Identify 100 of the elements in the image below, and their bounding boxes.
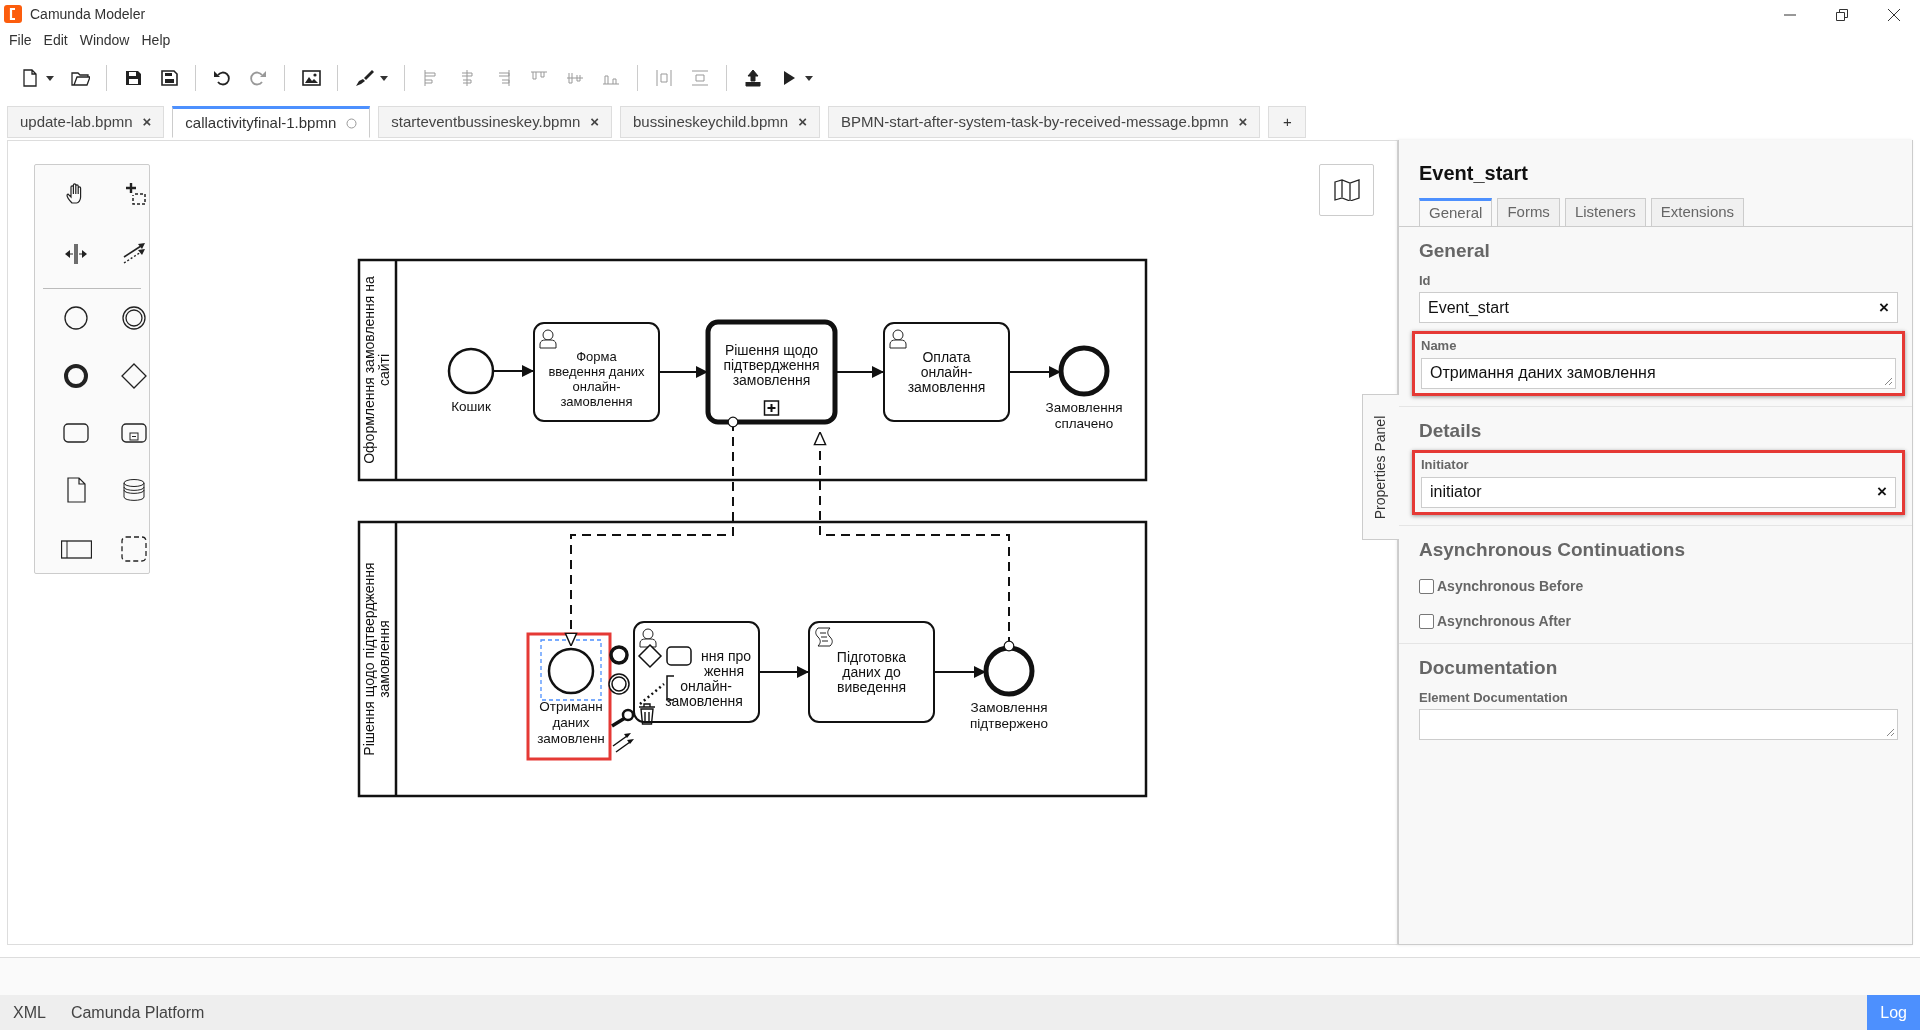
text-field[interactable]: initiator × bbox=[1421, 476, 1896, 508]
end-event[interactable] bbox=[983, 645, 1035, 697]
sequence-flow[interactable] bbox=[492, 365, 535, 377]
properties-panel-toggle[interactable]: Properties Panel bbox=[1362, 394, 1399, 540]
subprocess[interactable] bbox=[705, 319, 838, 425]
checkbox[interactable] bbox=[1419, 614, 1434, 629]
close-icon[interactable] bbox=[1888, 9, 1900, 21]
checkbox-label: Asynchronous After bbox=[1437, 612, 1572, 631]
file-tab[interactable]: update-lab.bpmn × bbox=[7, 106, 165, 138]
tab-label: callactivityfinal-1.bpmn bbox=[185, 112, 337, 133]
trash-icon[interactable] bbox=[638, 703, 656, 725]
sequence-flow[interactable] bbox=[658, 366, 709, 378]
close-tab-button[interactable]: × bbox=[798, 110, 807, 134]
data-store-icon[interactable] bbox=[121, 477, 147, 503]
new-tab-button[interactable]: + bbox=[1268, 106, 1307, 138]
deploy-icon[interactable] bbox=[743, 68, 763, 88]
text-field[interactable]: Event_start × bbox=[1419, 292, 1898, 323]
task-icon[interactable] bbox=[63, 420, 89, 446]
field-label: Name bbox=[1421, 337, 1458, 355]
field-label: Element Documentation bbox=[1419, 688, 1569, 707]
restore-icon[interactable] bbox=[1836, 9, 1848, 21]
clear-button[interactable]: × bbox=[1877, 479, 1887, 505]
user-icon bbox=[639, 628, 657, 648]
group-icon[interactable] bbox=[121, 536, 147, 562]
new-file-icon[interactable] bbox=[20, 68, 40, 88]
properties-tab[interactable]: Extensions bbox=[1650, 198, 1745, 226]
start-event-icon[interactable] bbox=[63, 305, 89, 331]
sequence-flow[interactable] bbox=[933, 666, 987, 678]
end-event[interactable] bbox=[1058, 345, 1110, 397]
unsaved-icon bbox=[346, 117, 358, 129]
file-tab[interactable]: starteventbussineskey.bpmn × bbox=[378, 106, 613, 138]
pool[interactable] bbox=[357, 520, 1148, 798]
status-bar-item[interactable]: Camunda Platform bbox=[58, 1000, 217, 1025]
pool[interactable] bbox=[357, 258, 1148, 482]
image-icon[interactable] bbox=[301, 68, 321, 88]
tab-label: update-lab.bpmn bbox=[20, 111, 133, 132]
properties-tab[interactable]: Forms bbox=[1497, 198, 1560, 226]
task-icon[interactable] bbox=[666, 646, 692, 666]
sequence-flow[interactable] bbox=[758, 666, 810, 678]
gateway-icon[interactable] bbox=[121, 363, 147, 389]
text-area[interactable]: Отримання даних замовлення bbox=[1421, 357, 1896, 389]
menu-item[interactable]: File bbox=[4, 29, 37, 51]
menu-item[interactable]: Edit bbox=[38, 29, 73, 51]
section-heading: Details bbox=[1419, 418, 1483, 443]
file-tab[interactable]: bussineskeychild.bpmn × bbox=[620, 106, 820, 138]
intermediate-event-icon[interactable] bbox=[608, 673, 630, 695]
save-as-icon[interactable] bbox=[159, 68, 179, 88]
subprocess-icon[interactable] bbox=[121, 420, 147, 446]
connect-icon[interactable] bbox=[612, 733, 634, 753]
expand-marker-icon[interactable] bbox=[763, 400, 780, 416]
menu-item[interactable]: Window bbox=[74, 29, 135, 51]
section-heading: General bbox=[1419, 239, 1491, 263]
lane-label: Оформлення замовлення на сайті bbox=[361, 276, 392, 464]
sequence-flow[interactable] bbox=[1008, 366, 1062, 378]
menu-item[interactable]: Help bbox=[136, 29, 176, 51]
properties-tab[interactable]: General bbox=[1419, 198, 1493, 226]
start-event[interactable] bbox=[547, 647, 595, 695]
caret-icon[interactable] bbox=[805, 75, 813, 81]
save-icon[interactable] bbox=[123, 68, 143, 88]
minimap-toggle-button[interactable] bbox=[1319, 164, 1374, 216]
checkbox[interactable] bbox=[1419, 579, 1434, 594]
task-label: Рішення щодо підтвердження замовлення bbox=[723, 342, 820, 388]
status-bar-item[interactable]: XML bbox=[1, 1000, 58, 1025]
properties-tab[interactable]: Listeners bbox=[1564, 198, 1646, 226]
user-icon bbox=[539, 329, 557, 349]
undo-icon[interactable] bbox=[212, 68, 232, 88]
space-tool-icon[interactable] bbox=[63, 241, 89, 267]
message-flow[interactable] bbox=[564, 416, 739, 647]
event-label: Замовлення сплачено bbox=[1045, 400, 1123, 431]
lane-label: Рішення щодо підтвердження замовлення bbox=[361, 562, 392, 756]
event-label: Кошик bbox=[451, 399, 491, 414]
end-event-icon[interactable] bbox=[63, 363, 89, 389]
resize-grip-icon[interactable] bbox=[1886, 728, 1895, 737]
start-event[interactable] bbox=[447, 347, 495, 395]
task[interactable] bbox=[883, 322, 1010, 422]
task-label: онлайн- bbox=[680, 677, 732, 694]
clear-button[interactable]: × bbox=[1879, 294, 1889, 321]
intermediate-event-icon[interactable] bbox=[121, 305, 147, 331]
caret-icon[interactable] bbox=[380, 75, 388, 81]
task[interactable] bbox=[633, 621, 760, 723]
association-icon[interactable] bbox=[639, 683, 665, 705]
field-label: Initiator bbox=[1421, 456, 1470, 474]
close-tab-button[interactable]: × bbox=[590, 110, 600, 134]
file-tab[interactable]: BPMN-start-after-system-task-by-received-message.bpmn × bbox=[827, 106, 1261, 138]
task-label: ння про bbox=[700, 647, 752, 664]
message-flow[interactable] bbox=[813, 431, 1015, 652]
close-tab-button[interactable]: × bbox=[1238, 110, 1248, 134]
brush-icon[interactable] bbox=[354, 68, 374, 88]
task[interactable] bbox=[808, 621, 935, 723]
task[interactable] bbox=[533, 322, 660, 422]
event-label: Замовлення підтвержено bbox=[970, 700, 1048, 731]
close-tab-button[interactable]: × bbox=[142, 110, 152, 134]
caret-icon[interactable] bbox=[46, 75, 54, 81]
wrench-icon[interactable] bbox=[611, 708, 635, 728]
resize-grip-icon[interactable] bbox=[1884, 376, 1893, 386]
end-event-icon[interactable] bbox=[609, 645, 629, 665]
panel-title: Event_start bbox=[1419, 161, 1529, 186]
section-heading: Asynchronous Continuations bbox=[1419, 537, 1686, 562]
window-title: Camunda Modeler bbox=[30, 4, 146, 24]
file-tab[interactable]: callactivityfinal-1.bpmn bbox=[172, 106, 371, 138]
